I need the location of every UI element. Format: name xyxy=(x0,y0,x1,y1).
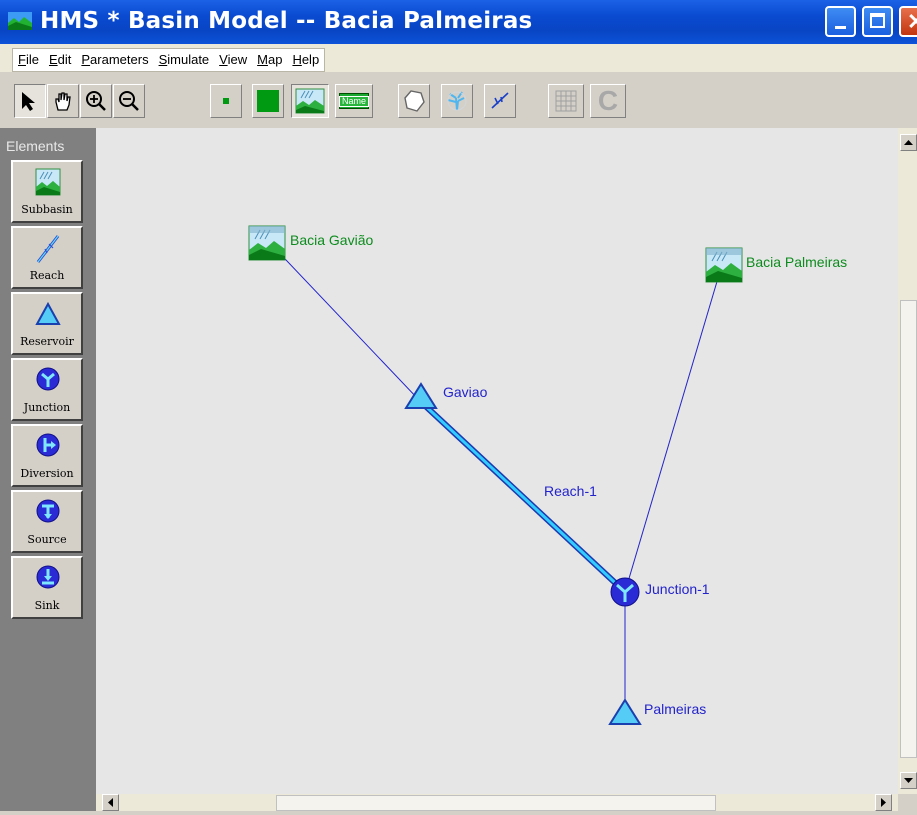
large-icon-size-button[interactable] xyxy=(252,84,284,118)
close-icon: ✕ xyxy=(907,9,917,34)
palette-label-sink: Sink xyxy=(34,599,60,612)
menu-view[interactable]: View xyxy=(214,49,252,71)
horizontal-scroll-thumb[interactable] xyxy=(276,795,716,811)
label-bacia-gaviao: Bacia Gavião xyxy=(290,232,374,248)
stream-network-icon xyxy=(447,91,467,111)
basin-canvas[interactable]: Bacia Gavião Bacia Palmeiras Gaviao Reac… xyxy=(96,128,898,794)
grid-icon xyxy=(555,90,577,112)
triangle-up-icon xyxy=(904,140,913,145)
window-title: HMS * Basin Model -- Bacia Palmeiras xyxy=(40,8,533,34)
clear-button[interactable]: C xyxy=(590,84,626,118)
triangle-right-icon xyxy=(881,798,886,807)
reservoir-palmeiras[interactable] xyxy=(608,698,642,725)
reservoir-gaviao[interactable] xyxy=(404,382,438,409)
link-bacia-gaviao-to-gaviao[interactable] xyxy=(267,240,420,401)
label-reach-1: Reach-1 xyxy=(544,483,597,499)
horizontal-scrollbar[interactable] xyxy=(96,794,898,811)
subbasin-bacia-palmeiras[interactable] xyxy=(705,247,743,283)
diversion-icon xyxy=(36,433,60,457)
menu-help[interactable]: Help xyxy=(287,49,324,71)
subbasin-icons-button[interactable] xyxy=(291,84,329,118)
junction-icon xyxy=(36,367,60,391)
subbasin-bacia-gaviao[interactable] xyxy=(248,225,286,261)
close-button[interactable]: ✕ xyxy=(899,6,917,37)
elements-palette: Elements Subbasin Reach Reservoir Juncti… xyxy=(0,128,96,811)
palette-label-reservoir: Reservoir xyxy=(20,335,74,348)
menu-simulate[interactable]: Simulate xyxy=(154,49,215,71)
grid-button[interactable] xyxy=(548,84,584,118)
reach-lines-button[interactable] xyxy=(484,84,516,118)
name-tag-icon: Name xyxy=(339,93,370,109)
menu-map[interactable]: Map xyxy=(252,49,287,71)
palette-item-subbasin[interactable]: Subbasin xyxy=(11,160,83,223)
palette-label-reach: Reach xyxy=(29,269,65,282)
minimize-icon xyxy=(835,26,846,29)
label-junction-1: Junction-1 xyxy=(645,581,710,597)
palette-label-subbasin: Subbasin xyxy=(21,203,73,216)
palette-item-junction[interactable]: Junction xyxy=(11,358,83,421)
zoom-out-button[interactable] xyxy=(113,84,145,118)
zoom-in-icon xyxy=(86,91,106,111)
vertical-scroll-thumb[interactable] xyxy=(900,300,917,758)
show-names-button[interactable]: Name xyxy=(335,84,373,118)
large-square-icon xyxy=(257,90,279,112)
minimize-button[interactable] xyxy=(825,6,856,37)
small-square-icon xyxy=(223,98,229,104)
link-bacia-palmeiras-to-junction[interactable] xyxy=(624,267,722,593)
basin-network xyxy=(248,225,743,725)
menu-bar: File Edit Parameters Simulate View Map H… xyxy=(0,44,917,73)
polygon-button[interactable] xyxy=(398,84,430,118)
stream-network-button[interactable] xyxy=(441,84,473,118)
sink-icon xyxy=(36,565,60,589)
source-icon xyxy=(36,499,60,523)
select-tool-button[interactable] xyxy=(14,84,46,118)
menu-parameters[interactable]: Parameters xyxy=(76,49,153,71)
reach-lines-icon xyxy=(491,92,509,109)
triangle-down-icon xyxy=(904,778,913,783)
pan-tool-button[interactable] xyxy=(47,84,79,118)
label-bacia-palmeiras: Bacia Palmeiras xyxy=(746,254,848,270)
palette-item-sink[interactable]: Sink xyxy=(11,556,83,619)
subbasin-icon xyxy=(35,168,61,196)
scroll-up-button[interactable] xyxy=(900,134,917,151)
title-bar: HMS * Basin Model -- Bacia Palmeiras ✕ xyxy=(0,0,917,44)
clear-icon: C xyxy=(597,85,619,116)
name-tag-text: Name xyxy=(339,95,370,107)
label-palmeiras: Palmeiras xyxy=(644,701,707,717)
menu-edit[interactable]: Edit xyxy=(44,49,76,71)
scroll-right-button[interactable] xyxy=(875,794,892,811)
palette-label-source: Source xyxy=(27,533,67,546)
palette-title: Elements xyxy=(6,138,65,154)
small-icon-size-button[interactable] xyxy=(210,84,242,118)
palette-label-junction: Junction xyxy=(23,401,71,414)
triangle-left-icon xyxy=(108,798,113,807)
palette-item-reach[interactable]: Reach xyxy=(11,226,83,289)
zoom-in-button[interactable] xyxy=(80,84,112,118)
menu-items: File Edit Parameters Simulate View Map H… xyxy=(12,48,326,72)
maximize-icon xyxy=(870,13,885,28)
maximize-button[interactable] xyxy=(862,6,893,37)
zoom-out-icon xyxy=(119,91,139,111)
reservoir-icon xyxy=(35,301,61,325)
app-icon xyxy=(8,12,32,30)
toolbar: Name C xyxy=(0,72,917,128)
palette-item-reservoir[interactable]: Reservoir xyxy=(11,292,83,355)
junction-1[interactable] xyxy=(610,577,640,607)
palette-item-diversion[interactable]: Diversion xyxy=(11,424,83,487)
reach-icon xyxy=(36,235,60,263)
menu-file[interactable]: File xyxy=(13,49,44,71)
scroll-down-button[interactable] xyxy=(900,772,917,789)
palette-label-diversion: Diversion xyxy=(20,467,74,480)
subbasin-view-icon xyxy=(295,88,325,114)
hand-icon xyxy=(55,92,71,111)
vertical-scrollbar[interactable] xyxy=(898,128,917,794)
polygon-outline-icon xyxy=(404,90,425,112)
label-gaviao: Gaviao xyxy=(443,384,488,400)
arrow-pointer-icon xyxy=(22,92,35,111)
palette-item-source[interactable]: Source xyxy=(11,490,83,553)
scroll-left-button[interactable] xyxy=(102,794,119,811)
